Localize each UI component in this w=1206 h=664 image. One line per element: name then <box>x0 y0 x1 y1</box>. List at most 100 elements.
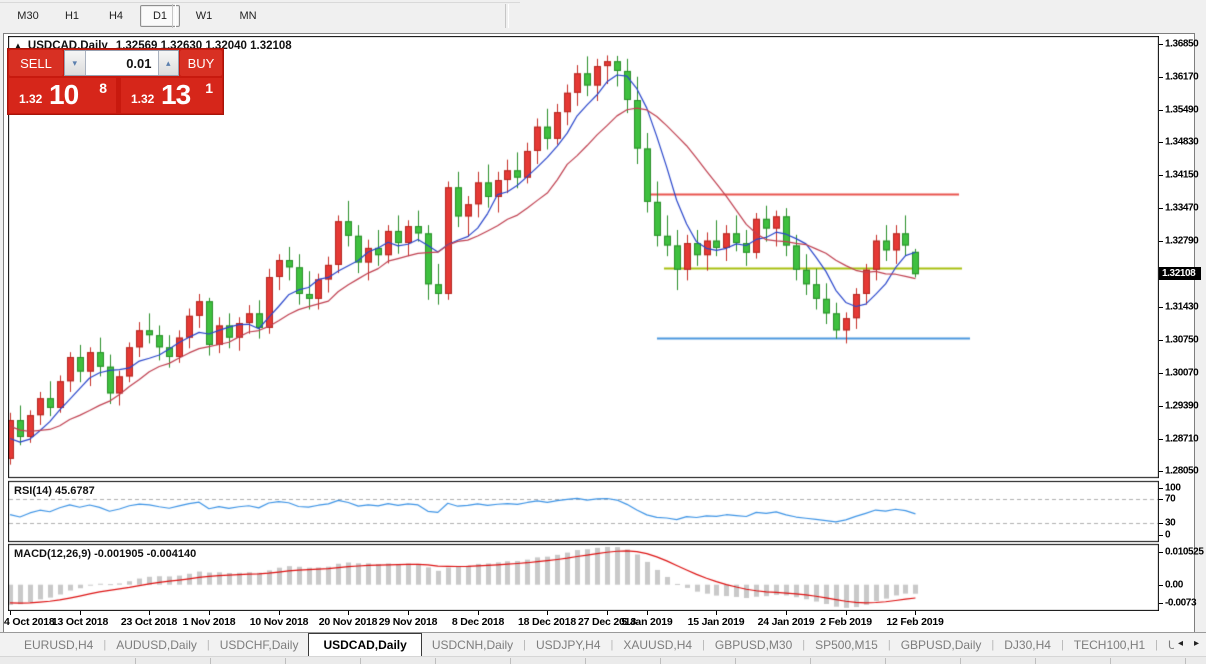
date-axis-label: 4 Oct 2018 <box>4 616 55 628</box>
rsi-level-label-tick <box>1159 499 1163 500</box>
price-axis-label: 1.34150 <box>1165 169 1199 181</box>
one-click-trade-panel: SELL ▾ ▴ BUY 1.32 10 8 1.32 13 1 <box>7 48 224 115</box>
buy-price-prefix: 1.32 <box>131 92 155 106</box>
status-bar-separator <box>735 658 736 664</box>
chart-tab-usdcad-daily[interactable]: USDCAD,Daily <box>308 633 422 657</box>
price-axis-label-tick <box>1159 373 1163 374</box>
macd-level-label: 0.00 <box>1165 579 1183 591</box>
chart-tab-gbpusd-daily[interactable]: GBPUSD,Daily <box>891 635 992 655</box>
date-axis-tick <box>547 611 548 615</box>
date-axis-tick <box>408 611 409 615</box>
current-price-tag: 1.32108 <box>1159 267 1201 280</box>
sell-price-big: 10 <box>49 79 79 110</box>
rsi-level-label-tick <box>1159 488 1163 489</box>
chart-tab-dj30-h4[interactable]: DJ30,H4 <box>994 635 1061 655</box>
rsi-level-label-tick <box>1159 523 1163 524</box>
date-axis-label: 1 Nov 2018 <box>182 616 236 628</box>
status-bar-separator <box>510 658 511 664</box>
price-axis-label: 1.34830 <box>1165 136 1199 148</box>
date-axis-label: 20 Nov 2018 <box>318 616 378 628</box>
status-bar-separator <box>585 658 586 664</box>
date-axis-label: 18 Dec 2018 <box>518 616 576 628</box>
terminal-window: M30 H1 H4 D1 W1 MN ▲ USDCAD,Daily 1.32569 1.326… <box>0 0 1206 664</box>
chart-tab-usdjpy-h4[interactable]: USDJPY,H4 <box>526 635 610 655</box>
status-bar-separator <box>960 658 961 664</box>
chart-tab-list: EURUSD,H4 | AUDUSD,Daily | USDCHF,Daily USDCA… <box>14 633 1174 657</box>
rsi-level-label-tick <box>1159 535 1163 536</box>
price-axis-label: 1.35490 <box>1165 104 1199 116</box>
chart-tab-usdcnh-daily[interactable]: USDCNH,Daily <box>422 635 523 655</box>
chart-tab-eurusd-h4[interactable]: EURUSD,H4 <box>14 635 103 655</box>
price-axis-label: 1.36850 <box>1165 38 1199 50</box>
toolbar-divider <box>0 2 520 3</box>
macd-level-label: 0.010525 <box>1165 546 1204 558</box>
price-axis-label-tick <box>1159 142 1163 143</box>
date-axis-label: 23 Oct 2018 <box>120 616 178 628</box>
timeframe-button-w1[interactable]: W1 <box>184 5 224 27</box>
chart-tab-audusd-daily[interactable]: AUDUSD,Daily <box>106 635 207 655</box>
date-axis-tick <box>478 611 479 615</box>
timeframe-button-mn[interactable]: MN <box>228 5 268 27</box>
volume-increase-button[interactable]: ▴ <box>157 51 178 75</box>
chart-tab-uk[interactable]: UK <box>1158 635 1174 655</box>
volume-input[interactable] <box>85 51 158 75</box>
rsi-level-label: 70 <box>1165 493 1176 505</box>
rsi-level-label: 100 <box>1165 482 1181 494</box>
rsi-title: RSI(14) 45.6787 <box>14 485 95 497</box>
status-bar-separator <box>1185 658 1186 664</box>
price-axis-label: 1.28050 <box>1165 465 1199 477</box>
price-axis-label-tick <box>1159 44 1163 45</box>
date-axis-label: 8 Dec 2018 <box>451 616 505 628</box>
macd-title: MACD(12,26,9) -0.001905 -0.004140 <box>14 548 197 560</box>
price-axis-label-tick <box>1159 175 1163 176</box>
date-axis-label: 15 Jan 2019 <box>687 616 745 628</box>
buy-button[interactable]: BUY <box>180 50 222 76</box>
price-axis-label-tick <box>1159 471 1163 472</box>
tab-scroll-right-icon[interactable]: ▸ <box>1194 638 1199 649</box>
date-axis-label: 24 Jan 2019 <box>757 616 815 628</box>
timeframe-button-h1[interactable]: H1 <box>52 5 92 27</box>
date-axis-tick <box>80 611 81 615</box>
sell-price-prefix: 1.32 <box>19 92 43 106</box>
price-axis-label: 1.31430 <box>1165 301 1199 313</box>
buy-price-big: 13 <box>161 79 191 110</box>
status-bar-separator <box>810 658 811 664</box>
date-axis-tick <box>149 611 150 615</box>
status-bar-separator <box>660 658 661 664</box>
timeframe-toolbar: M30 H1 H4 D1 W1 MN <box>0 0 1206 32</box>
sell-price-pip: 8 <box>99 80 107 96</box>
date-axis-tick <box>10 611 11 615</box>
price-axis-label: 1.29390 <box>1165 400 1199 412</box>
macd-level-label-tick <box>1159 552 1163 553</box>
tab-scroll-left-icon[interactable]: ◂ <box>1178 638 1183 649</box>
chart-tab-sp500-m15[interactable]: SP500,M15 <box>805 635 888 655</box>
buy-price-tile[interactable]: 1.32 13 1 <box>121 78 222 113</box>
status-bar-separator <box>1110 658 1111 664</box>
status-bar-separator <box>135 658 136 664</box>
sell-price-tile[interactable]: 1.32 10 8 <box>9 78 116 113</box>
macd-level-label: -0.0073 <box>1165 597 1197 609</box>
date-axis-tick <box>607 611 608 615</box>
chart-tab-bar: EURUSD,H4 | AUDUSD,Daily | USDCHF,Daily USDCA… <box>0 632 1206 657</box>
price-chart-canvas[interactable] <box>8 36 1159 611</box>
status-bar-separator <box>210 658 211 664</box>
sell-button[interactable]: SELL <box>9 50 63 76</box>
chart-tab-xauusd-h4[interactable]: XAUUSD,H4 <box>613 635 702 655</box>
price-axis-label: 1.36170 <box>1165 71 1199 83</box>
date-axis-tick <box>279 611 280 615</box>
price-axis-label-tick <box>1159 406 1163 407</box>
chart-tab-tech100-h1[interactable]: TECH100,H1 <box>1064 635 1155 655</box>
price-axis-label: 1.30750 <box>1165 334 1199 346</box>
chart-tab-usdchf-daily[interactable]: USDCHF,Daily <box>210 635 309 655</box>
price-axis-label: 1.33470 <box>1165 202 1199 214</box>
rsi-level-label: 0 <box>1165 529 1171 541</box>
date-axis-tick <box>915 611 916 615</box>
status-bar-separator <box>1035 658 1036 664</box>
volume-decrease-button[interactable]: ▾ <box>65 51 86 75</box>
timeframe-button-m30[interactable]: M30 <box>8 5 48 27</box>
toolbar-separator <box>172 4 176 28</box>
timeframe-button-h4[interactable]: H4 <box>96 5 136 27</box>
chart-tab-gbpusd-m30[interactable]: GBPUSD,M30 <box>705 635 802 655</box>
price-axis-label-tick <box>1159 307 1163 308</box>
price-axis-label-tick <box>1159 110 1163 111</box>
